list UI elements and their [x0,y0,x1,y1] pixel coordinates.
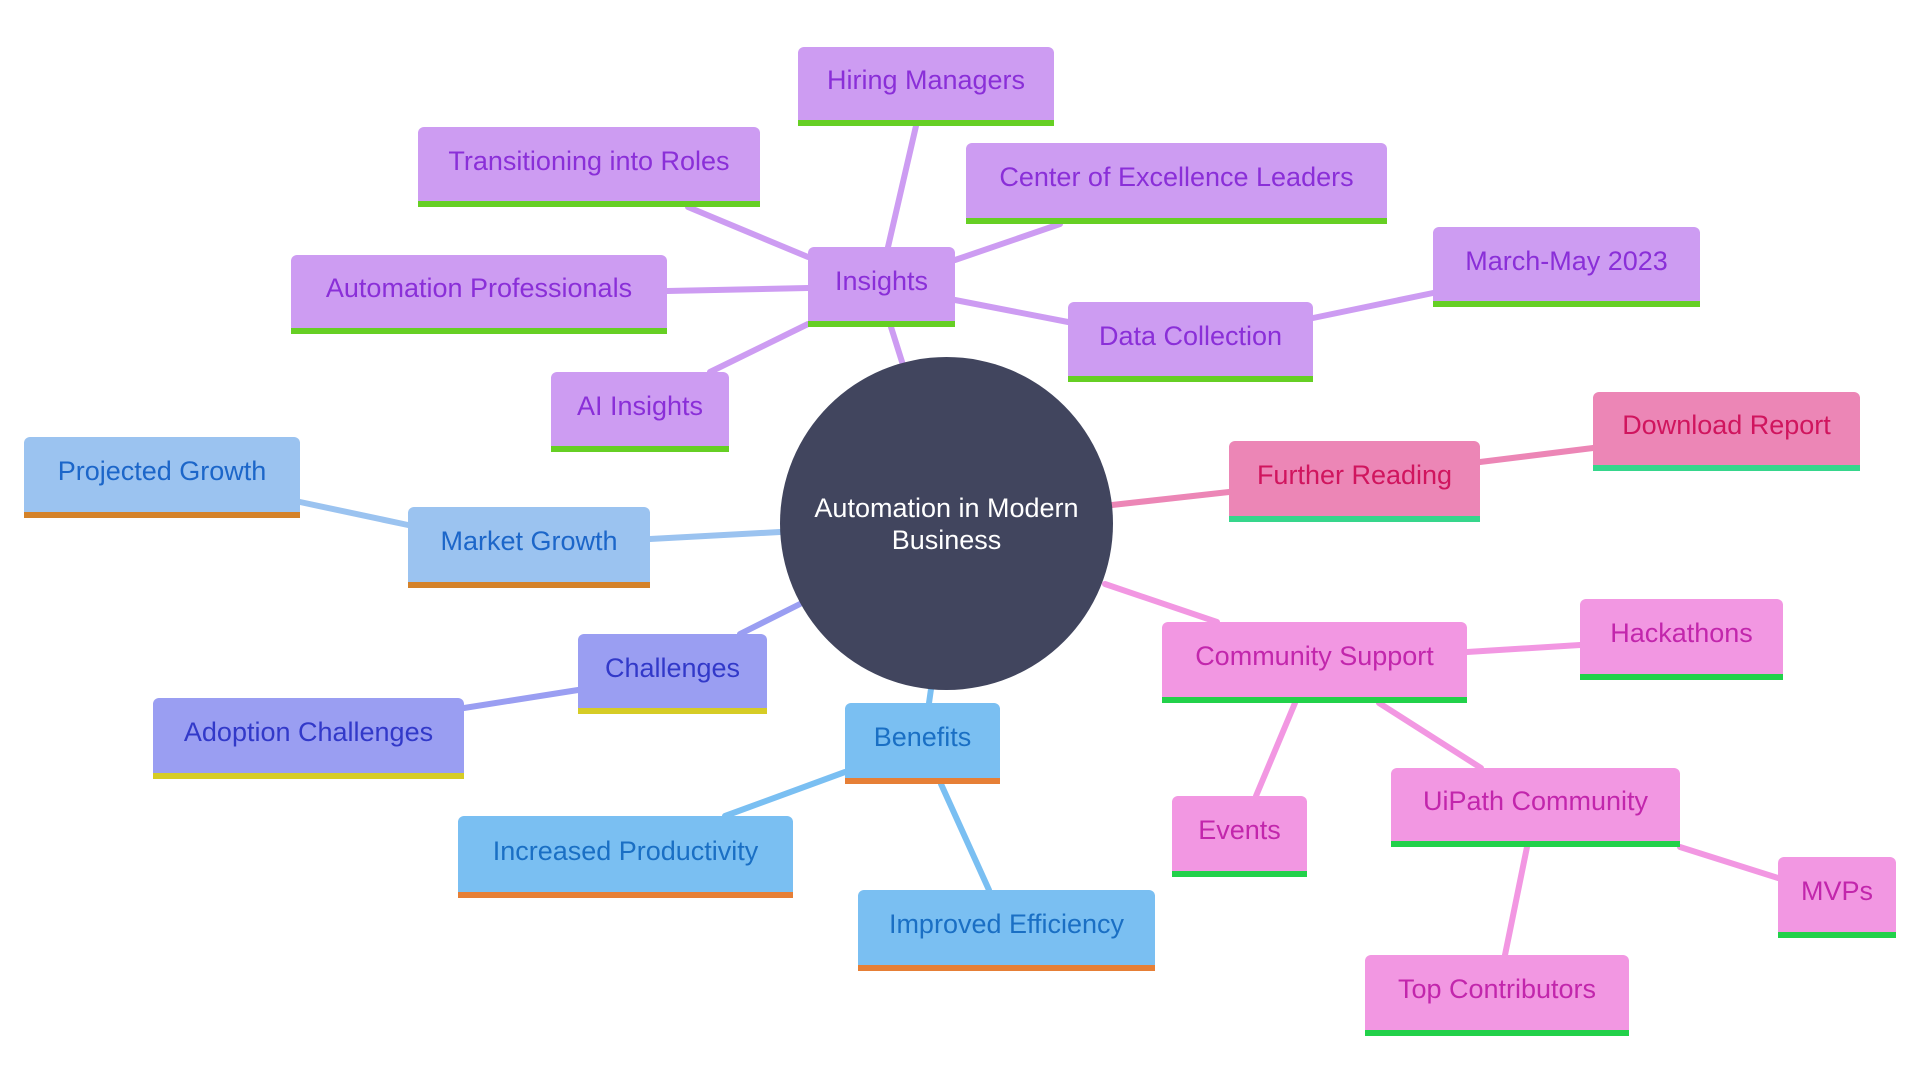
node-label: Further Reading [1256,460,1453,490]
edge-insights-transitioning [685,204,811,260]
node-label: Market Growth [440,526,618,556]
node-label: Projected Growth [57,456,267,486]
node-market-growth[interactable]: Market Growth [408,507,650,588]
node-automation-professionals[interactable]: Automation Professionals [291,255,667,334]
node-community-support[interactable]: Community Support [1162,622,1467,703]
edge-insights-coe [952,221,1063,263]
node-further-reading[interactable]: Further Reading [1229,441,1480,522]
node-top-contributors[interactable]: Top Contributors [1365,955,1629,1036]
node-benefits[interactable]: Benefits [845,703,1000,784]
node-adoption-challenges[interactable]: Adoption Challenges [153,698,464,779]
edge-benefits-efficiency [938,781,992,893]
edge-community-hackathons [1464,642,1583,655]
node-uipath-community[interactable]: UiPath Community [1391,768,1680,847]
edge-uipath-topcontributors [1502,844,1530,958]
edge-community-uipath [1376,700,1484,771]
node-label: Data Collection [1098,320,1283,351]
edge-challenges-adoption [461,687,581,711]
edge-root-benefits [926,686,934,706]
node-march-may-2023[interactable]: March-May 2023 [1433,227,1700,307]
edge-root-insights [888,324,906,368]
node-increased-productivity[interactable]: Increased Productivity [458,816,793,898]
edge-root-market [647,529,783,542]
node-label: Center of Excellence Leaders [999,162,1354,192]
edge-further-download [1477,445,1596,465]
node-insights[interactable]: Insights [808,247,955,327]
edge-insights-ai [707,321,811,375]
edge-benefits-productivity [722,769,848,819]
node-label: Increased Productivity [492,835,759,866]
node-label: March-May 2023 [1465,245,1668,276]
node-challenges[interactable]: Challenges [578,634,767,714]
edge-community-events [1253,700,1298,799]
node-download-report[interactable]: Download Report [1593,392,1860,471]
node-ai-insights[interactable]: AI Insights [551,372,729,452]
node-label: Events [1198,815,1281,845]
node-label: Download Report [1622,410,1831,440]
node-label: UiPath Community [1422,786,1649,816]
node-projected-growth[interactable]: Projected Growth [24,437,300,518]
node-hiring-managers[interactable]: Hiring Managers [798,47,1054,126]
node-label: Hackathons [1610,618,1753,648]
root-label-line1: Automation in Modern [814,492,1079,523]
edge-market-projected [297,499,411,528]
node-mvps[interactable]: MVPs [1778,857,1896,938]
edge-datacollection-marchmay [1310,290,1436,321]
node-label: Automation Professionals [325,273,633,303]
edge-uipath-mvps [1677,844,1781,881]
edge-root-community [1102,581,1220,625]
edge-root-further [1109,489,1232,508]
node-label: MVPs [1800,876,1873,906]
node-label: Community Support [1195,641,1434,671]
edge-root-challenges [737,601,803,637]
node-coe-leaders[interactable]: Center of Excellence Leaders [966,143,1387,224]
node-hackathons[interactable]: Hackathons [1580,599,1783,680]
node-label: Transitioning into Roles [448,145,730,176]
node-events[interactable]: Events [1172,796,1307,877]
node-label: Improved Efficiency [888,909,1125,939]
node-improved-efficiency[interactable]: Improved Efficiency [858,890,1155,971]
node-data-collection[interactable]: Data Collection [1068,302,1313,382]
root-node[interactable]: Automation in Modern Business [780,357,1113,690]
edge-insights-datacollection [952,297,1071,325]
edge-insights-automation-pros [664,285,811,294]
node-label: AI Insights [576,390,704,421]
node-label: Top Contributors [1397,974,1597,1004]
node-label: Adoption Challenges [183,717,434,747]
node-label: Hiring Managers [826,65,1026,95]
node-label: Challenges [604,652,741,683]
root-label-line2: Business [891,524,1002,555]
node-label: Insights [834,265,929,296]
node-transitioning-into-roles[interactable]: Transitioning into Roles [418,127,760,207]
node-label: Benefits [873,722,972,752]
edge-insights-hiring [885,123,919,250]
